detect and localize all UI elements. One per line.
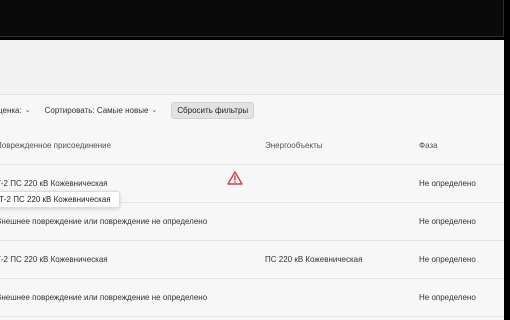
table-row[interactable]: Т-2 ПС 220 кВ Кожевническая Не определен… bbox=[0, 165, 504, 208]
chevron-down-icon: ⌄ bbox=[24, 107, 31, 114]
sort-dropdown[interactable]: Сортировать: Самые новые ⌄ bbox=[45, 106, 158, 115]
connection-cell: Т-2 ПС 220 кВ Кожевническая bbox=[0, 179, 108, 188]
connection-tooltip: Т-2 ПС 220 кВ Кожевническая bbox=[0, 191, 120, 208]
column-header-connection[interactable]: Поврежденное присоединение bbox=[0, 141, 111, 150]
phase-cell: Не определено bbox=[419, 293, 476, 302]
phase-cell: Не определено bbox=[419, 255, 476, 264]
window-top-bar bbox=[0, 0, 510, 40]
table-row[interactable]: Т-2 ПС 220 кВ Кожевническая ПС 220 кВ Ко… bbox=[0, 241, 504, 279]
chevron-down-icon: ⌄ bbox=[151, 107, 158, 114]
table-header: Поврежденное присоединение Энергообъекты… bbox=[0, 127, 504, 165]
app-content: щенка: ⌄ Сортировать: Самые новые ⌄ Сбро… bbox=[0, 40, 504, 320]
column-header-energy-objects[interactable]: Энергообъекты bbox=[265, 141, 322, 150]
column-header-phase[interactable]: Фаза bbox=[419, 141, 438, 150]
energy-object-cell: ПС 220 кВ Кожевническая bbox=[265, 255, 363, 264]
table-row[interactable]: Внешнее повреждение или повреждение не о… bbox=[0, 279, 504, 317]
sort-label: Сортировать: Самые новые bbox=[44, 105, 149, 115]
top-bar-inner bbox=[0, 0, 504, 37]
reset-filters-button[interactable]: Сбросить фильтры bbox=[171, 101, 255, 119]
connection-cell: Внешнее повреждение или повреждение не о… bbox=[0, 293, 208, 302]
events-table: Поврежденное присоединение Энергообъекты… bbox=[0, 127, 504, 317]
warning-triangle-icon[interactable] bbox=[227, 171, 243, 185]
filter-dropdown[interactable]: щенка: ⌄ bbox=[0, 106, 31, 115]
phase-cell: Не определено bbox=[419, 217, 476, 226]
connection-cell: Внешнее повреждение или повреждение не о… bbox=[0, 217, 208, 226]
filter-label: щенка: bbox=[0, 105, 22, 115]
phase-cell: Не определено bbox=[419, 179, 476, 188]
connection-cell: Т-2 ПС 220 кВ Кожевническая bbox=[0, 255, 108, 264]
window-edge bbox=[504, 37, 510, 320]
header-area bbox=[0, 40, 504, 95]
table-row[interactable]: Внешнее повреждение или повреждение не о… bbox=[0, 203, 504, 241]
filter-bar: щенка: ⌄ Сортировать: Самые новые ⌄ Сбро… bbox=[0, 95, 504, 125]
